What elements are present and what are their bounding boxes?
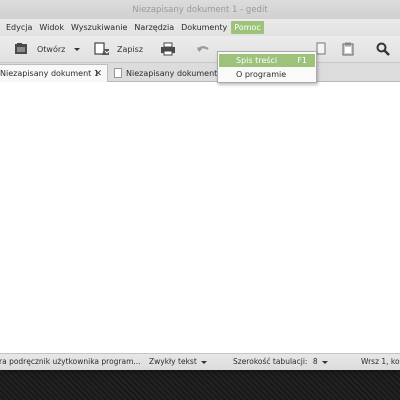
menu-item-contents[interactable]: Spis treści F1 <box>219 54 315 67</box>
chevron-down-icon <box>200 360 207 364</box>
menu-search[interactable]: Wyszukiwanie <box>68 21 130 34</box>
tab-bar: Niezapisany dokument 1 ✕ Niezapisany dok… <box>0 63 400 82</box>
paste-icon <box>342 42 354 58</box>
open-dropdown-icon <box>74 48 80 51</box>
tab-width-value: 8 <box>312 357 318 366</box>
cursor-position: Wrsz 1, kol <box>361 357 400 366</box>
close-icon[interactable]: ✕ <box>94 69 102 79</box>
chevron-down-icon <box>321 360 328 364</box>
toolbar: Otwórz Zapisz <box>0 36 400 63</box>
document-icon <box>114 68 122 78</box>
tab-label: Niezapisany dokument 2 <box>126 68 225 78</box>
menu-item-label: Spis treści <box>236 56 278 65</box>
text-editor-area[interactable] <box>0 82 400 353</box>
save-icon <box>94 41 110 58</box>
undo-button[interactable] <box>196 36 210 63</box>
print-button[interactable] <box>160 36 176 63</box>
print-icon <box>160 42 176 58</box>
menu-item-shortcut: F1 <box>297 56 307 65</box>
paste-button[interactable] <box>342 36 354 63</box>
menu-item-about[interactable]: O programie <box>219 68 315 81</box>
title-bar[interactable]: Niezapisany dokument 1 - gedit <box>0 0 400 19</box>
status-bar: ra podręcznik użytkownika program... Zwy… <box>0 353 400 370</box>
save-label: Zapisz <box>117 45 144 54</box>
tab-document-1[interactable]: Niezapisany dokument 1 ✕ <box>0 64 108 82</box>
window-title: Niezapisany dokument 1 - gedit <box>132 4 268 15</box>
help-menu-dropdown: Spis treści F1 O programie <box>217 51 317 83</box>
open-label: Otwórz <box>37 45 66 54</box>
tab-label: Niezapisany dokument 1 <box>0 69 99 78</box>
menu-view[interactable]: Widok <box>36 21 67 34</box>
open-dropdown-button[interactable] <box>74 36 80 63</box>
open-button[interactable]: Otwórz <box>14 36 65 63</box>
language-selector[interactable]: Zwykły tekst <box>149 357 207 366</box>
gedit-window: Niezapisany dokument 1 - gedit Edycja Wi… <box>0 0 400 370</box>
open-icon <box>14 42 28 58</box>
undo-icon <box>196 44 210 56</box>
copy-button[interactable] <box>316 36 326 63</box>
menu-documents[interactable]: Dokumenty <box>178 21 230 34</box>
menu-item-label: O programie <box>236 70 287 79</box>
search-icon <box>376 42 390 58</box>
menu-bar: Edycja Widok Wyszukiwanie Narzędzia Doku… <box>0 19 400 36</box>
menu-help[interactable]: Pomoc <box>231 21 264 34</box>
status-message: ra podręcznik użytkownika program... <box>0 357 141 366</box>
language-label: Zwykły tekst <box>149 357 197 366</box>
tab-width-label: Szerokość tabulacji: <box>233 357 308 366</box>
menu-edit[interactable]: Edycja <box>3 21 35 34</box>
menu-tools[interactable]: Narzędzia <box>131 21 177 34</box>
copy-icon <box>316 42 326 58</box>
search-button[interactable] <box>376 36 390 63</box>
save-button[interactable]: Zapisz <box>94 36 143 63</box>
tab-width-selector[interactable]: Szerokość tabulacji: 8 <box>233 357 328 366</box>
